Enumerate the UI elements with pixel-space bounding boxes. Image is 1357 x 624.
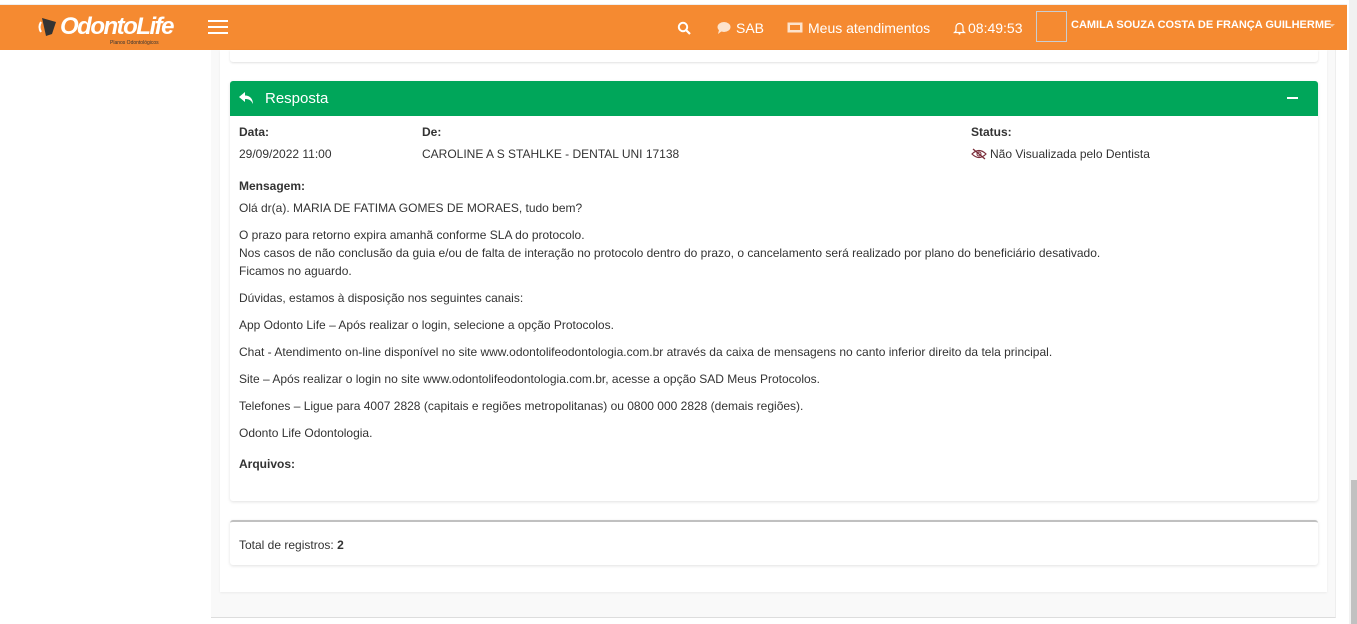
status-label: Status: [971, 125, 1012, 139]
previous-card [230, 50, 1318, 62]
status-value: Não Visualizada pelo Dentista [971, 147, 1150, 161]
top-navbar: OdontoLife Planos Odontológicos SAB Meus… [0, 5, 1347, 50]
comment-icon [717, 22, 731, 34]
meus-atendimentos-label: Meus atendimentos [808, 19, 931, 36]
meus-atendimentos-link[interactable]: Meus atendimentos [787, 5, 930, 50]
message-line: Site – Após realizar o login no site www… [239, 372, 820, 386]
message-line: Odonto Life Odontologia. [239, 426, 373, 440]
logo-mark-icon [38, 18, 56, 36]
message-line: App Odonto Life – Após realizar o login,… [239, 318, 614, 332]
logo-subtitle: Planos Odontológicos [110, 40, 159, 46]
sab-link[interactable]: SAB [717, 5, 764, 50]
eye-slash-icon [971, 148, 987, 160]
message-line: Ficamos no aguardo. [239, 264, 352, 278]
search-icon [677, 21, 691, 35]
user-name[interactable]: CAMILA SOUZA COSTA DE FRANÇA GUILHERME [1071, 19, 1331, 31]
de-value: CAROLINE A S STAHLKE - DENTAL UNI 17138 [422, 147, 680, 161]
total-label: Total de registros: [239, 538, 334, 552]
de-label: De: [422, 125, 442, 139]
total-value: 2 [337, 538, 344, 552]
message-paragraph: O prazo para retorno expira amanhã confo… [239, 226, 1100, 280]
chevron-down-icon[interactable] [1329, 24, 1335, 27]
reply-icon [239, 92, 253, 104]
arquivos-label: Arquivos: [239, 457, 296, 471]
notifications-clock[interactable]: 08:49:53 [953, 5, 1023, 50]
total-records: Total de registros: 2 [230, 520, 1318, 565]
message-line: Dúvidas, estamos à disposição nos seguin… [239, 291, 524, 305]
scrollbar-thumb[interactable] [1351, 480, 1357, 624]
hamburger-menu-button[interactable] [208, 20, 228, 36]
message-line: Chat - Atendimento on-line disponível no… [239, 345, 1053, 359]
collapse-button[interactable] [1287, 97, 1298, 99]
resposta-card: Resposta Data: 29/09/2022 11:00 De: CARO… [230, 81, 1318, 501]
data-label: Data: [239, 125, 270, 139]
odontolife-logo[interactable]: OdontoLife Planos Odontológicos [38, 13, 174, 47]
resposta-card-header[interactable]: Resposta [230, 81, 1318, 116]
user-avatar[interactable] [1036, 11, 1067, 42]
search-button[interactable] [677, 5, 691, 50]
logo-text: OdontoLife [60, 13, 174, 40]
bell-icon [953, 22, 966, 35]
card-title: Resposta [265, 90, 329, 107]
message-body: Olá dr(a). MARIA DE FATIMA GOMES DE MORA… [239, 199, 1100, 451]
message-line: Nos casos de não conclusão da guia e/ou … [239, 246, 1101, 260]
message-line: Telefones – Ligue para 4007 2828 (capita… [239, 399, 804, 413]
main-content: Resposta Data: 29/09/2022 11:00 De: CARO… [211, 50, 1336, 618]
message-line: Olá dr(a). MARIA DE FATIMA GOMES DE MORA… [239, 201, 583, 215]
data-value: 29/09/2022 11:00 [239, 147, 332, 161]
status-text: Não Visualizada pelo Dentista [990, 147, 1150, 161]
sab-label: SAB [736, 19, 765, 36]
message-line: O prazo para retorno expira amanhã confo… [239, 228, 585, 242]
mensagem-label: Mensagem: [239, 179, 306, 193]
ticket-icon [787, 22, 803, 33]
protocol-panel: Resposta Data: 29/09/2022 11:00 De: CARO… [220, 50, 1327, 592]
clock-time: 08:49:53 [968, 19, 1023, 36]
